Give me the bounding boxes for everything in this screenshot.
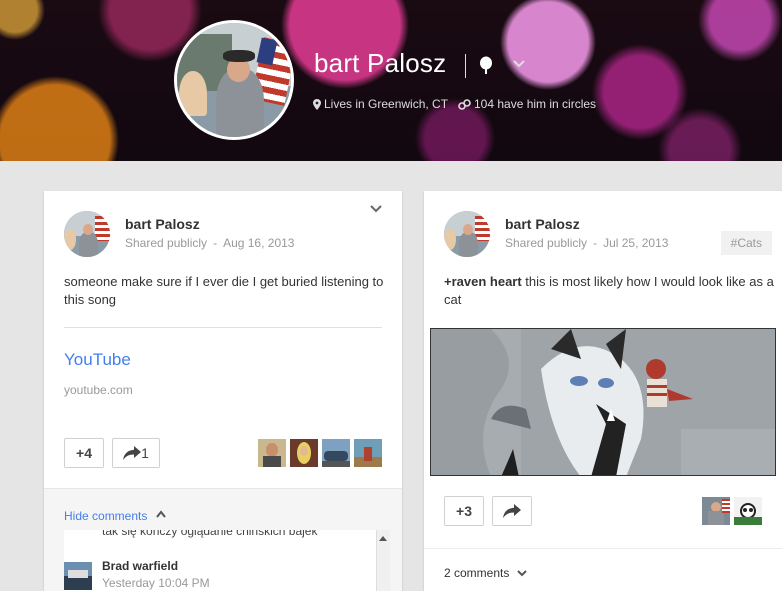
comments-count-bar[interactable]: 2 comments bbox=[424, 548, 782, 591]
share-button[interactable]: 1 bbox=[112, 438, 160, 468]
commenter-avatar[interactable] bbox=[64, 562, 92, 590]
author-avatar[interactable] bbox=[64, 211, 110, 257]
cover-photo: bart Palosz Lives in Greenwich, CT 104 h… bbox=[0, 0, 782, 161]
post-image[interactable] bbox=[430, 328, 776, 476]
location-icon bbox=[313, 99, 321, 110]
post-meta: Shared publicly - Jul 25, 2013 bbox=[505, 236, 669, 250]
plusoner-avatar[interactable] bbox=[354, 439, 382, 467]
post-author[interactable]: bart Palosz bbox=[125, 216, 200, 232]
plusoner-avatar[interactable] bbox=[702, 497, 730, 525]
post-author[interactable]: bart Palosz bbox=[505, 216, 580, 232]
mention-link[interactable]: +raven heart bbox=[444, 274, 522, 289]
share-arrow-icon bbox=[503, 504, 521, 518]
profile-location: Lives in Greenwich, CT bbox=[313, 97, 448, 111]
chevron-down-icon[interactable] bbox=[517, 569, 527, 577]
name-separator bbox=[465, 54, 466, 78]
chevron-up-icon[interactable] bbox=[156, 510, 166, 518]
post-text: someone make sure if I ever die I get bu… bbox=[64, 274, 384, 307]
chevron-down-icon[interactable] bbox=[370, 204, 382, 214]
comments-count[interactable]: 2 comments bbox=[444, 566, 509, 580]
post-date[interactable]: Aug 16, 2013 bbox=[223, 236, 294, 250]
post-card: bart Palosz Shared publicly - Jul 25, 2013… bbox=[424, 191, 782, 591]
chevron-down-icon[interactable] bbox=[512, 58, 526, 70]
share-count: 1 bbox=[141, 445, 149, 461]
comments-scrollbar[interactable] bbox=[376, 530, 390, 591]
hashtag[interactable]: #Cats bbox=[720, 231, 772, 255]
commenter-name[interactable]: Brad warfield bbox=[102, 559, 178, 573]
plus-one-button[interactable]: +3 bbox=[444, 496, 484, 526]
profile-avatar[interactable] bbox=[174, 20, 294, 140]
profile-circles[interactable]: 104 have him in circles bbox=[458, 97, 596, 111]
post-card: bart Palosz Shared publicly - Aug 16, 2013… bbox=[44, 191, 402, 591]
post-visibility[interactable]: Shared publicly bbox=[505, 236, 587, 250]
comment-list[interactable]: tak się kończy oglądanie chińskich bajek… bbox=[64, 530, 390, 591]
author-avatar[interactable] bbox=[444, 211, 490, 257]
divider bbox=[64, 327, 382, 328]
hide-comments-link[interactable]: Hide comments bbox=[64, 509, 147, 523]
plusoner-avatar[interactable] bbox=[322, 439, 350, 467]
post-text: +raven heart this is most likely how I w… bbox=[444, 273, 774, 309]
comments-section: Hide comments tak się kończy oglądanie c… bbox=[44, 488, 402, 591]
comment-time: Yesterday 10:04 PM bbox=[102, 576, 210, 590]
post-meta: Shared publicly - Aug 16, 2013 bbox=[125, 236, 295, 250]
plusoner-avatar[interactable] bbox=[290, 439, 318, 467]
profile-name: bart Palosz bbox=[314, 48, 447, 78]
plusoner-avatar[interactable] bbox=[258, 439, 286, 467]
post-date[interactable]: Jul 25, 2013 bbox=[603, 236, 668, 250]
share-button[interactable] bbox=[492, 496, 532, 526]
share-arrow-icon bbox=[123, 446, 142, 460]
cat-drawing bbox=[431, 329, 775, 475]
comment-text: tak się kończy oglądanie chińskich bajek bbox=[102, 530, 318, 538]
pin-icon[interactable] bbox=[478, 56, 494, 76]
link-title[interactable]: YouTube bbox=[64, 350, 131, 370]
scroll-up-arrow-icon[interactable] bbox=[379, 536, 387, 541]
plusoner-avatar[interactable] bbox=[734, 497, 762, 525]
circles-icon bbox=[458, 99, 471, 110]
post-visibility[interactable]: Shared publicly bbox=[125, 236, 207, 250]
plus-one-button[interactable]: +4 bbox=[64, 438, 104, 468]
link-domain[interactable]: youtube.com bbox=[64, 383, 133, 397]
